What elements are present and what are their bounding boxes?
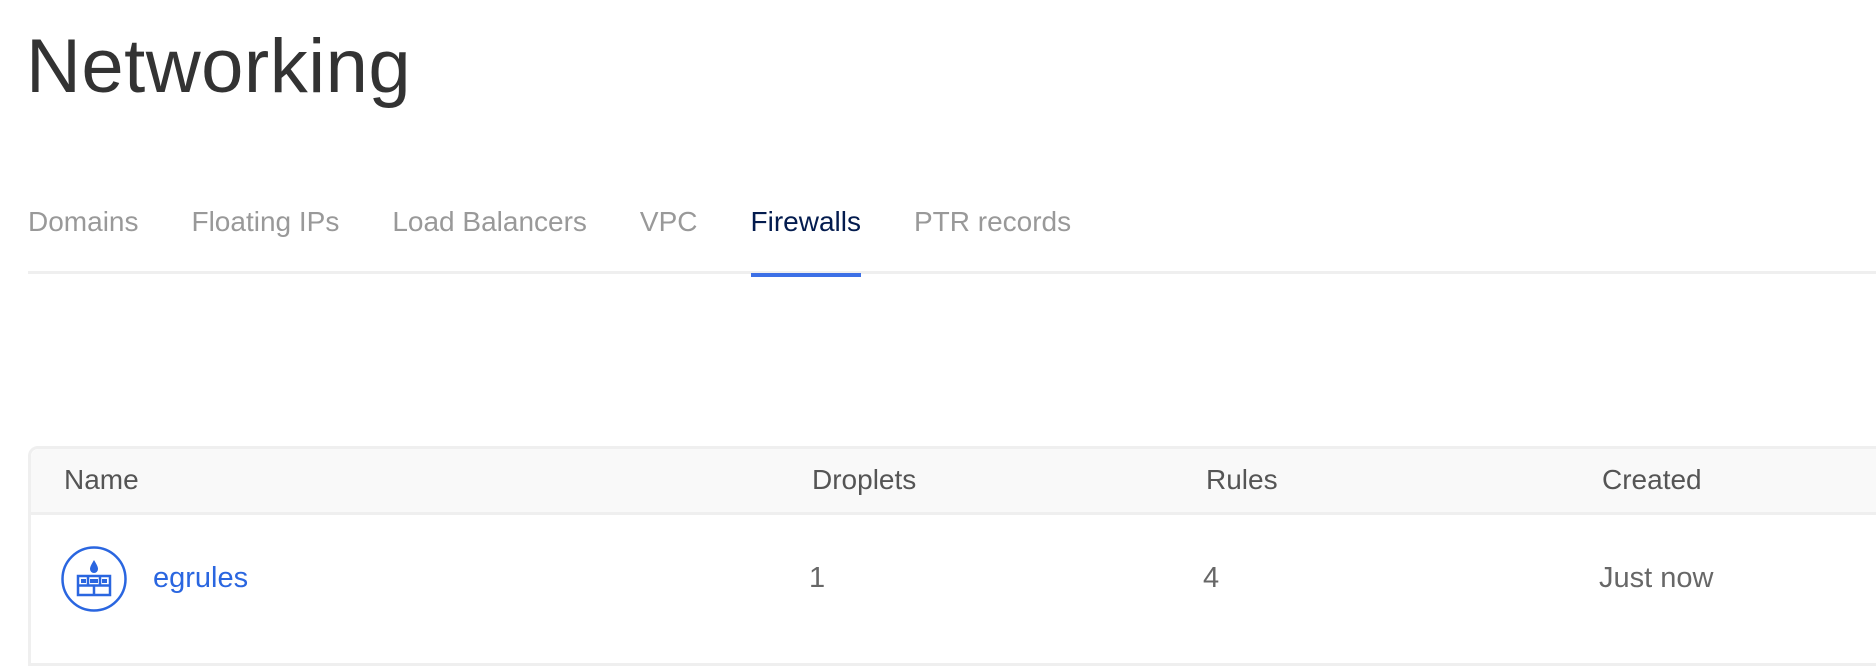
tab-floating-ips[interactable]: Floating IPs	[191, 196, 339, 274]
tab-load-balancers[interactable]: Load Balancers	[392, 196, 587, 274]
tab-domains[interactable]: Domains	[28, 196, 138, 274]
rules-count: 4	[1203, 562, 1220, 594]
droplets-count: 1	[809, 562, 826, 594]
table-row: egrules 1 4 Just now	[28, 446, 1876, 646]
tab-firewalls[interactable]: Firewalls	[750, 196, 862, 277]
tab-vpc[interactable]: VPC	[640, 196, 698, 274]
tab-ptr-records[interactable]: PTR records	[914, 196, 1071, 274]
firewall-icon	[61, 546, 127, 612]
networking-tabs: Domains Floating IPs Load Balancers VPC …	[28, 196, 1876, 277]
page-title: Networking	[26, 24, 412, 109]
created-time: Just now	[1599, 562, 1714, 594]
firewall-name-link[interactable]: egrules	[153, 562, 248, 595]
